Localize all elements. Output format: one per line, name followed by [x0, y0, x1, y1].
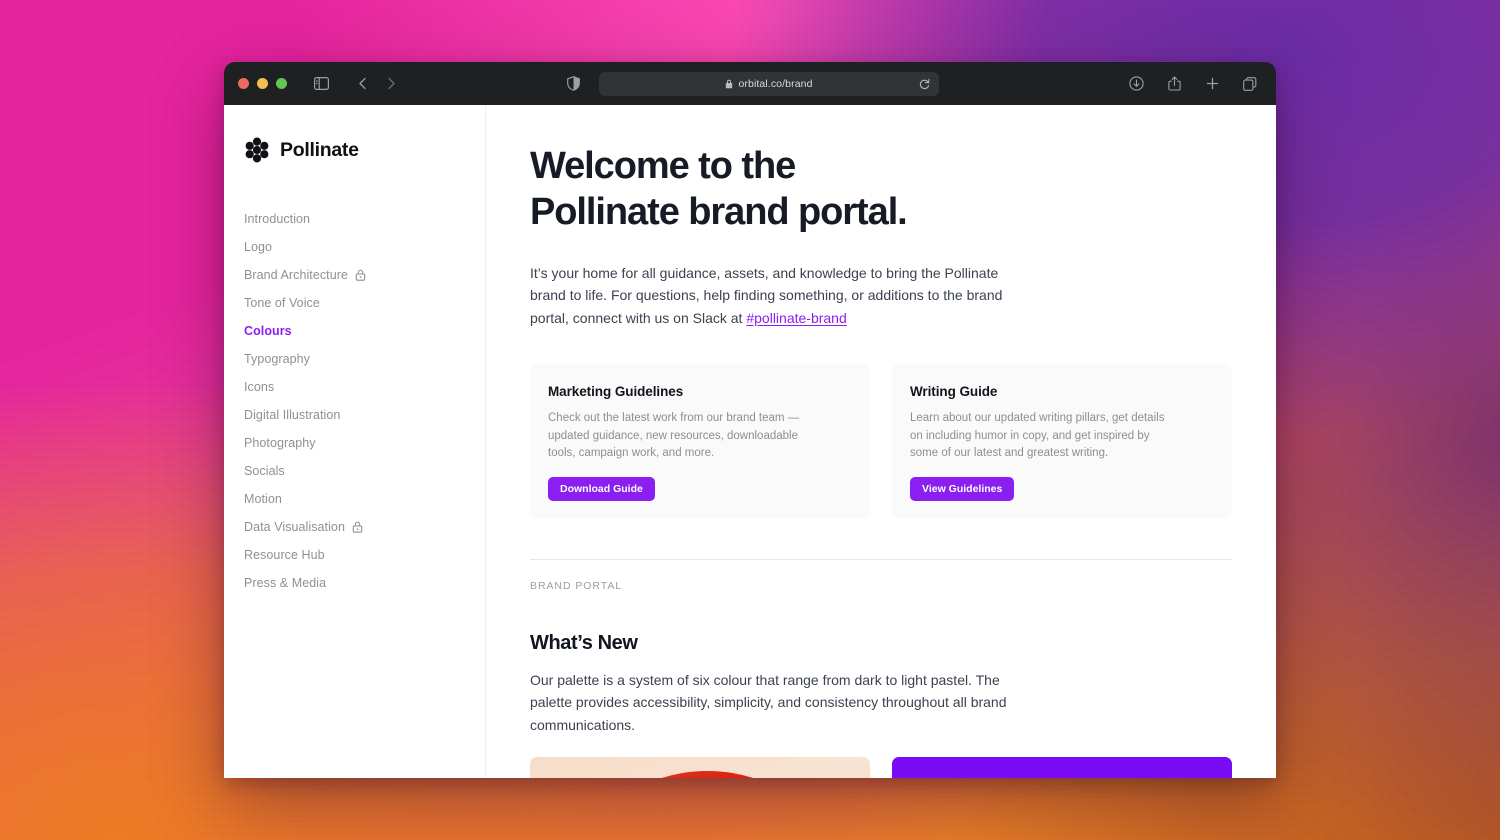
sidebar-item-label: Resource Hub: [244, 548, 325, 562]
lock-icon: [352, 521, 363, 533]
maximize-window-button[interactable]: [276, 78, 287, 89]
navigation-buttons: [351, 72, 403, 96]
thumbnail-warm-arc-gradient-artwork[interactable]: [530, 756, 870, 778]
sidebar-item-socials[interactable]: Socials: [244, 457, 485, 485]
section-heading: What’s New: [530, 631, 638, 654]
site-sidebar: Pollinate Introduction Logo Brand Architec…: [224, 105, 486, 778]
sidebar-item-resource-hub[interactable]: Resource Hub: [244, 541, 485, 569]
pollinate-flower-icon: [244, 137, 270, 163]
sidebar-item-label: Brand Architecture: [244, 268, 348, 282]
main-content: Welcome to the Pollinate brand portal. I…: [486, 105, 1276, 778]
sidebar-item-digital-illustration[interactable]: Digital Illustration: [244, 401, 485, 429]
back-icon[interactable]: [351, 72, 375, 96]
intro-paragraph: It’s your home for all guidance, assets,…: [530, 262, 1020, 330]
sidebar-item-label: Photography: [244, 436, 316, 450]
sidebar-item-label: Tone of Voice: [244, 296, 320, 310]
share-icon[interactable]: [1162, 72, 1186, 96]
reload-icon[interactable]: [919, 78, 930, 90]
card-title: Writing Guide: [910, 383, 998, 399]
sidebar-item-label: Typography: [244, 352, 310, 366]
sidebar-item-label: Logo: [244, 240, 273, 254]
brand-name: Pollinate: [280, 138, 359, 161]
sidebar-item-label: Icons: [244, 380, 275, 394]
sidebar-item-label: Introduction: [244, 212, 311, 226]
window-controls: [238, 78, 287, 89]
sidebar-item-tone-of-voice[interactable]: Tone of Voice: [244, 289, 485, 317]
downloads-icon[interactable]: [1124, 72, 1148, 96]
tab-overview-icon[interactable]: [1238, 72, 1262, 96]
web-page: Pollinate Introduction Logo Brand Architec…: [224, 105, 1276, 778]
whats-new-thumbnails: [530, 756, 1232, 778]
sidebar-item-brand-architecture[interactable]: Brand Architecture: [244, 261, 485, 289]
card-description: Learn about our updated writing pillars,…: [910, 411, 1165, 460]
url-text: orbital.co/brand: [738, 77, 813, 90]
card-marketing-guidelines: Marketing Guidelines Check out the lates…: [530, 363, 870, 519]
browser-toolbar: orbital.co/brand: [224, 62, 1276, 105]
address-bar[interactable]: orbital.co/brand: [599, 71, 939, 96]
sidebar-nav: Introduction Logo Brand Architecture Tone o…: [244, 205, 485, 597]
sidebar-item-motion[interactable]: Motion: [244, 485, 485, 513]
toolbar-right-actions: [1124, 72, 1262, 96]
brand-logo[interactable]: Pollinate: [244, 137, 485, 163]
sidebar-item-label: Motion: [244, 492, 282, 506]
sidebar-item-label: Socials: [244, 464, 285, 478]
breadcrumb: BRAND PORTAL: [530, 579, 623, 592]
sidebar-item-introduction[interactable]: Introduction: [244, 205, 485, 233]
guideline-cards: Marketing Guidelines Check out the lates…: [530, 363, 1232, 519]
minimize-window-button[interactable]: [257, 78, 268, 89]
sidebar-item-press-media[interactable]: Press & Media: [244, 569, 485, 597]
sidebar-item-typography[interactable]: Typography: [244, 345, 485, 373]
download-guide-button[interactable]: Download Guide: [548, 476, 655, 501]
sidebar-item-logo[interactable]: Logo: [244, 233, 485, 261]
sidebar-item-icons[interactable]: Icons: [244, 373, 485, 401]
browser-window: orbital.co/brand Pollinate Introduction …: [224, 62, 1276, 778]
sidebar-item-label: Press & Media: [244, 576, 327, 590]
view-guidelines-button[interactable]: View Guidelines: [910, 476, 1015, 501]
sidebar-toggle-icon[interactable]: [309, 72, 333, 96]
card-title: Marketing Guidelines: [548, 383, 684, 399]
forward-icon[interactable]: [379, 72, 403, 96]
lock-icon: [725, 79, 733, 89]
sidebar-item-label: Colours: [244, 324, 292, 338]
sidebar-item-colours[interactable]: Colours: [244, 317, 485, 345]
close-window-button[interactable]: [238, 78, 249, 89]
sidebar-item-label: Data Visualisation: [244, 520, 345, 534]
page-title: Welcome to the Pollinate brand portal.: [530, 145, 908, 234]
card-description: Check out the latest work from our brand…: [548, 411, 800, 460]
sidebar-item-photography[interactable]: Photography: [244, 429, 485, 457]
slack-channel-link[interactable]: #pollinate-brand: [746, 310, 846, 326]
card-writing-guide: Writing Guide Learn about our updated wr…: [892, 363, 1232, 519]
sidebar-item-data-visualisation[interactable]: Data Visualisation: [244, 513, 485, 541]
privacy-shield-icon[interactable]: [561, 72, 585, 96]
lock-icon: [355, 269, 366, 281]
plus-icon[interactable]: [1200, 72, 1224, 96]
sidebar-item-label: Digital Illustration: [244, 408, 341, 422]
section-divider: [530, 558, 1232, 560]
section-description: Our palette is a system of six colour th…: [530, 671, 1007, 734]
thumbnail-purple-geometric-shapes-artwork[interactable]: [892, 756, 1232, 778]
